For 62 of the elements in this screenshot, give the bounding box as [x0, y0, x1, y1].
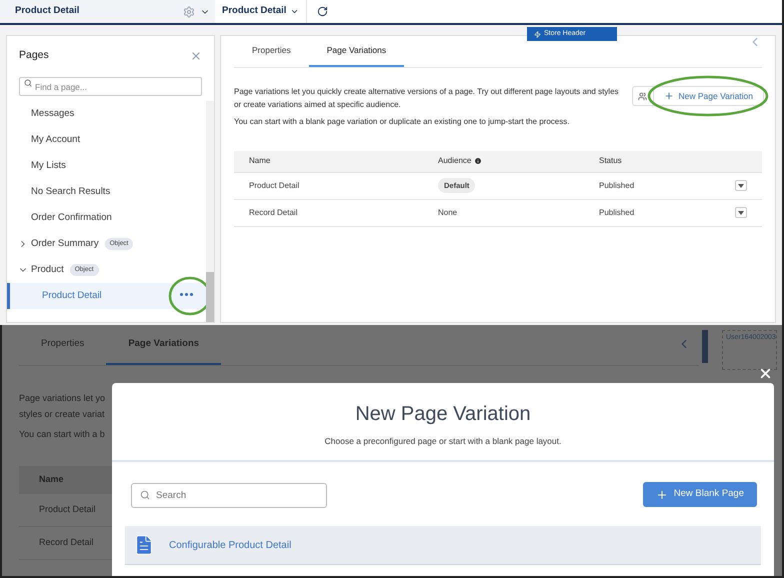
search-field[interactable]: Search: [131, 483, 327, 508]
page-item[interactable]: My Account: [7, 126, 206, 153]
table-cell-text: Product Detail: [39, 503, 96, 516]
page-item[interactable]: My Lists: [7, 152, 206, 179]
page-label: No Search Results: [31, 184, 110, 199]
column-header: Audience: [438, 155, 599, 167]
search-field[interactable]: Find a page...: [19, 77, 202, 96]
page-label: Order Summary: [31, 236, 99, 251]
column-header: Name: [39, 473, 64, 486]
new-blank-page-button[interactable]: New Blank Page: [642, 482, 757, 507]
page-item[interactable]: Order Confirmation: [7, 204, 206, 231]
table-row[interactable]: Record Detail None Published: [234, 200, 762, 226]
description-text: Page variations let yo: [19, 392, 106, 405]
dialog-title: New Page Variation: [355, 402, 531, 427]
description-text: You can start with a blank page variation or duplicate an existing one to jump-start the process.: [234, 116, 570, 128]
header-strip: [702, 330, 708, 363]
tab[interactable]: Properties: [234, 36, 309, 67]
table-cell: Published: [599, 206, 634, 218]
close-icon[interactable]: [758, 366, 773, 381]
tab[interactable]: Page Variations: [308, 36, 404, 67]
page-title: Product Detail: [15, 4, 80, 18]
caret-icon: [738, 210, 744, 214]
column-header: Status: [599, 155, 622, 167]
table-cell-text: Record Detail: [248, 206, 298, 218]
search-icon: [24, 79, 32, 88]
table-cell-text: Product Detail: [248, 180, 300, 192]
search-icon: [140, 490, 150, 500]
refresh-icon[interactable]: [317, 6, 328, 17]
plus-icon: [656, 488, 668, 500]
template-item[interactable]: Configurable Product Detail: [125, 526, 761, 565]
description-text: Page variations let you quickly create alternative versions of a page. Try out different page layouts and styles or create variations aimed at specific audience.: [234, 86, 620, 111]
column-header: Name: [248, 155, 272, 167]
table-cell: Published: [599, 180, 634, 192]
audience-button[interactable]: [632, 86, 654, 106]
variation-dropdown[interactable]: Product Detail: [215, 0, 308, 23]
caret-icon: [290, 7, 300, 16]
table-cell-text: Record Detail: [39, 536, 94, 550]
new-page-variation-button[interactable]: New Page Variation: [654, 86, 764, 106]
page-label: My Account: [31, 132, 80, 147]
page-item[interactable]: No Search Results: [7, 178, 206, 205]
scrollbar[interactable]: [206, 100, 214, 322]
page-label: Product Detail: [42, 288, 102, 303]
more-icon[interactable]: [180, 292, 193, 296]
plus-icon: [664, 91, 674, 101]
page-label: Order Confirmation: [31, 210, 112, 225]
page-item[interactable]: Product Detail: [7, 282, 206, 309]
document-icon: [133, 534, 155, 556]
people-icon: [638, 92, 647, 100]
description-text: You can start with a b: [19, 428, 106, 441]
row-menu-button[interactable]: [735, 180, 747, 191]
panel-title: Pages: [19, 48, 49, 63]
table-cell: None: [438, 208, 458, 216]
description-text: styles or create variat: [19, 408, 106, 421]
caret-icon: [738, 184, 744, 188]
page-label: Messages: [31, 106, 74, 121]
page-label: My Lists: [31, 158, 66, 173]
info-icon: [474, 157, 482, 165]
page-item[interactable]: Messages: [7, 100, 206, 127]
page-label: Product: [31, 262, 64, 277]
dialog-subtitle: Choose a preconfigured page or start with a blank page layout.: [324, 435, 562, 448]
row-menu-button[interactable]: [735, 207, 747, 218]
lightning-icon: [534, 30, 541, 38]
